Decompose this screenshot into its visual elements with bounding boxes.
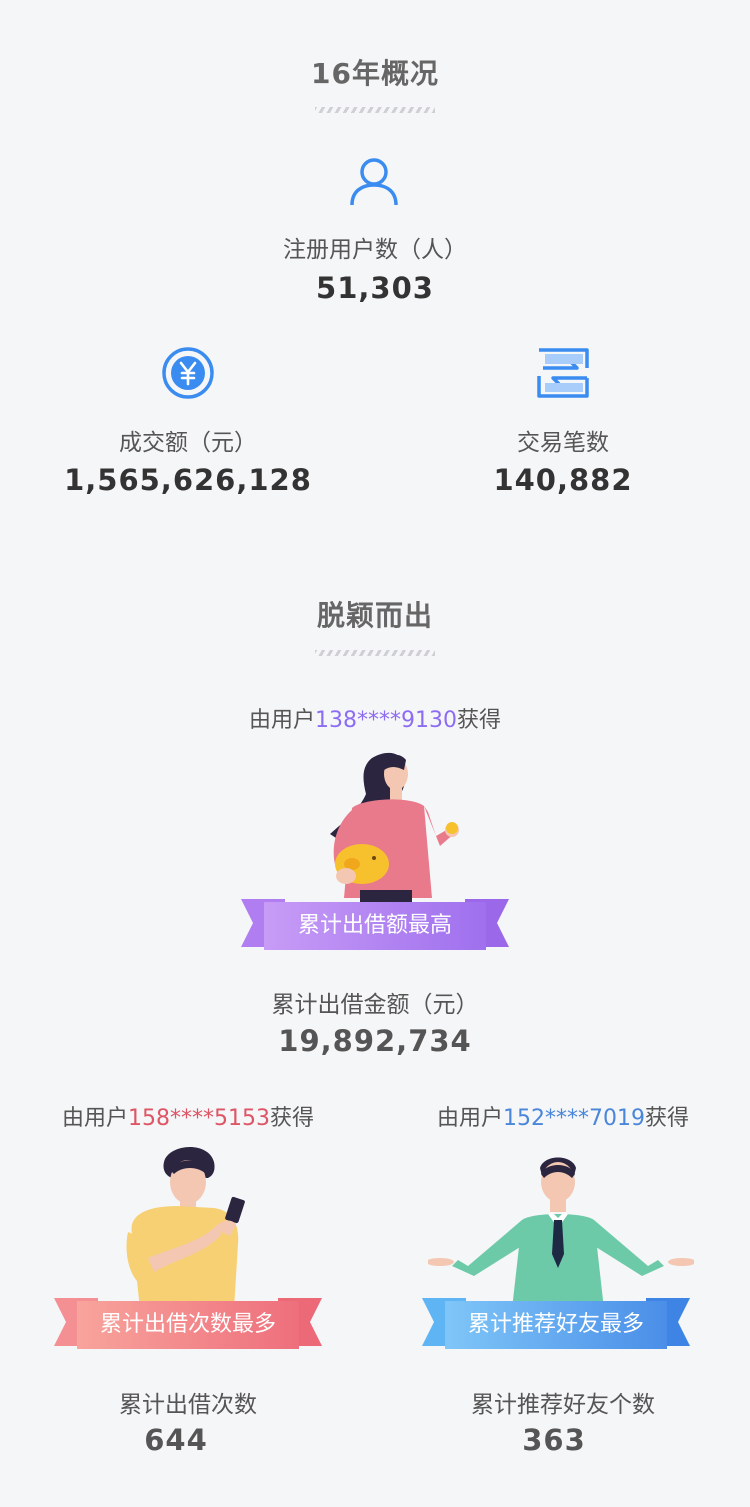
winner-phone: 158****5153 <box>128 1106 270 1131</box>
woman-piggybank-illustration <box>300 748 470 908</box>
standout-title: 脱颖而出 <box>316 599 433 632</box>
winner-phone: 152****7019 <box>503 1106 645 1131</box>
users-value: 51,303 <box>316 271 434 305</box>
trades-label: 交易笔数 <box>517 430 609 456</box>
most-lends-stat-value: 644 <box>144 1423 208 1457</box>
ribbon-label: 累计出借次数最多 <box>77 1301 299 1349</box>
yen-icon <box>161 346 215 400</box>
overview-title: 16年概况 <box>311 57 439 90</box>
most-referrals-ribbon: 累计推荐好友最多 <box>422 1298 690 1349</box>
most-lends-ribbon: 累计出借次数最多 <box>54 1298 322 1349</box>
ribbon-label: 累计推荐好友最多 <box>445 1301 667 1349</box>
ribbon-label: 累计出借额最高 <box>264 902 486 950</box>
most-lends-stat-label: 累计出借次数 <box>119 1392 257 1418</box>
top-lender-stat-label: 累计出借金额（元） <box>271 992 479 1018</box>
volume-value: 1,565,626,128 <box>64 463 312 497</box>
man-phone-illustration <box>118 1144 268 1309</box>
most-referrals-stat-label: 累计推荐好友个数 <box>471 1392 655 1418</box>
users-label: 注册用户数（人） <box>283 237 467 263</box>
title-divider <box>315 107 435 113</box>
trades-value: 140,882 <box>493 463 633 497</box>
most-lends-winner: 由用户158****5153获得 <box>61 1106 314 1131</box>
exchange-icon <box>537 346 591 400</box>
volume-label: 成交额（元） <box>119 430 257 456</box>
most-referrals-stat-value: 363 <box>522 1423 586 1457</box>
man-shrug-illustration <box>426 1154 696 1309</box>
user-icon <box>348 155 400 207</box>
top-lender-ribbon: 累计出借额最高 <box>241 899 509 950</box>
top-lender-stat-value: 19,892,734 <box>278 1024 472 1058</box>
title-divider <box>315 650 435 656</box>
most-referrals-winner: 由用户152****7019获得 <box>436 1106 689 1131</box>
top-lender-winner: 由用户138****9130获得 <box>248 708 501 733</box>
winner-phone: 138****9130 <box>315 708 457 733</box>
